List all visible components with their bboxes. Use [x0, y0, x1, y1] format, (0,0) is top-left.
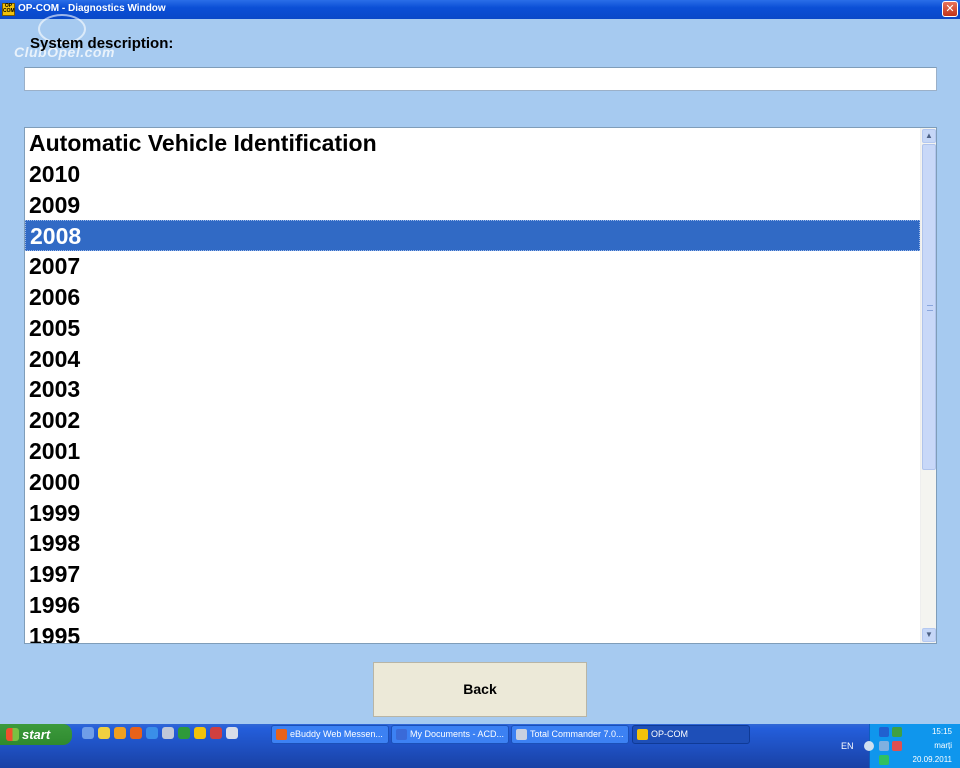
list-item-year[interactable]: 2004	[25, 344, 920, 375]
list-item-year[interactable]: 2000	[25, 467, 920, 498]
scroll-down-button[interactable]: ▼	[922, 628, 936, 642]
quicklaunch-red-icon[interactable]	[210, 727, 222, 739]
start-label: start	[22, 727, 51, 742]
close-button[interactable]: ✕	[942, 1, 958, 17]
quicklaunch-ie-icon[interactable]	[146, 727, 158, 739]
total-commander-icon	[516, 729, 527, 740]
list: Automatic Vehicle Identification 2010 2009…	[25, 128, 920, 643]
task-label: My Documents - ACD...	[410, 729, 505, 739]
start-button[interactable]: start	[0, 724, 72, 745]
clock-time: 15:15	[931, 727, 952, 736]
system-tray: 15:15 marți 20.09.2011	[864, 724, 960, 768]
task-label: eBuddy Web Messen...	[290, 729, 383, 739]
language-indicator[interactable]: EN	[841, 741, 854, 751]
task-label: Total Commander 7.0...	[530, 729, 624, 739]
quicklaunch-floppy-icon[interactable]	[226, 727, 238, 739]
list-item-year[interactable]: 2009	[25, 190, 920, 221]
taskbar-item-ebuddy[interactable]: eBuddy Web Messen...	[271, 725, 389, 744]
list-item-year[interactable]: 1999	[25, 498, 920, 529]
taskbar-item-acdsee[interactable]: My Documents - ACD...	[391, 725, 509, 744]
security-icon[interactable]	[892, 741, 902, 751]
window-title: OP-COM - Diagnostics Window	[18, 3, 166, 14]
scroll-grip-icon	[927, 305, 933, 311]
quicklaunch-desktop-icon[interactable]	[82, 727, 94, 739]
list-item-auto-identification[interactable]: Automatic Vehicle Identification	[25, 128, 920, 159]
quicklaunch-messenger-icon[interactable]	[98, 727, 110, 739]
app-icon: OP COM	[2, 3, 15, 16]
acdsee-icon	[396, 729, 407, 740]
firefox-icon	[276, 729, 287, 740]
clock-day: marți	[934, 741, 952, 750]
system-description-field[interactable]	[24, 67, 937, 91]
vertical-scrollbar[interactable]: ▲ ▼	[920, 128, 936, 643]
connection-icon[interactable]	[892, 727, 902, 737]
list-item-year[interactable]: 2003	[25, 374, 920, 405]
list-item-year[interactable]: 2007	[25, 251, 920, 282]
list-item-year[interactable]: 1996	[25, 590, 920, 621]
scroll-up-button[interactable]: ▲	[922, 129, 936, 143]
list-item-year[interactable]: 2006	[25, 282, 920, 313]
title-bar: OP COM OP-COM - Diagnostics Window ✕	[0, 0, 960, 19]
list-item-year[interactable]: 2008	[25, 220, 920, 252]
quicklaunch-tool-icon[interactable]	[162, 727, 174, 739]
model-year-listbox[interactable]: Automatic Vehicle Identification 2010 2009…	[24, 127, 937, 644]
list-item-year[interactable]: 1997	[25, 559, 920, 590]
list-item-year[interactable]: 1998	[25, 528, 920, 559]
system-description-label: System description:	[30, 35, 174, 52]
scroll-thumb[interactable]	[922, 144, 936, 470]
list-item-year[interactable]: 2010	[25, 159, 920, 190]
quicklaunch-smiley-icon[interactable]	[114, 727, 126, 739]
list-item-year[interactable]: 2001	[25, 436, 920, 467]
quicklaunch-green-icon[interactable]	[178, 727, 190, 739]
task-label: OP-COM	[651, 729, 688, 739]
list-item-year[interactable]: 2005	[25, 313, 920, 344]
taskbar-item-total-commander[interactable]: Total Commander 7.0...	[511, 725, 629, 744]
back-arrow-icon[interactable]	[864, 741, 874, 751]
opcom-icon	[637, 729, 648, 740]
taskbar: start eBuddy Web Messen... My Documents …	[0, 724, 960, 768]
quicklaunch-yellow-icon[interactable]	[194, 727, 206, 739]
taskbar-item-opcom[interactable]: OP-COM	[632, 725, 750, 744]
list-item-year[interactable]: 2002	[25, 405, 920, 436]
update-icon[interactable]	[879, 755, 889, 765]
network-icon[interactable]	[879, 727, 889, 737]
windows-flag-icon	[6, 728, 19, 741]
clock-date: 20.09.2011	[912, 755, 952, 764]
speaker-icon[interactable]	[879, 741, 889, 751]
back-button[interactable]: Back	[373, 662, 587, 717]
quicklaunch-firefox-icon[interactable]	[130, 727, 142, 739]
list-item-year[interactable]: 1995	[25, 621, 920, 643]
